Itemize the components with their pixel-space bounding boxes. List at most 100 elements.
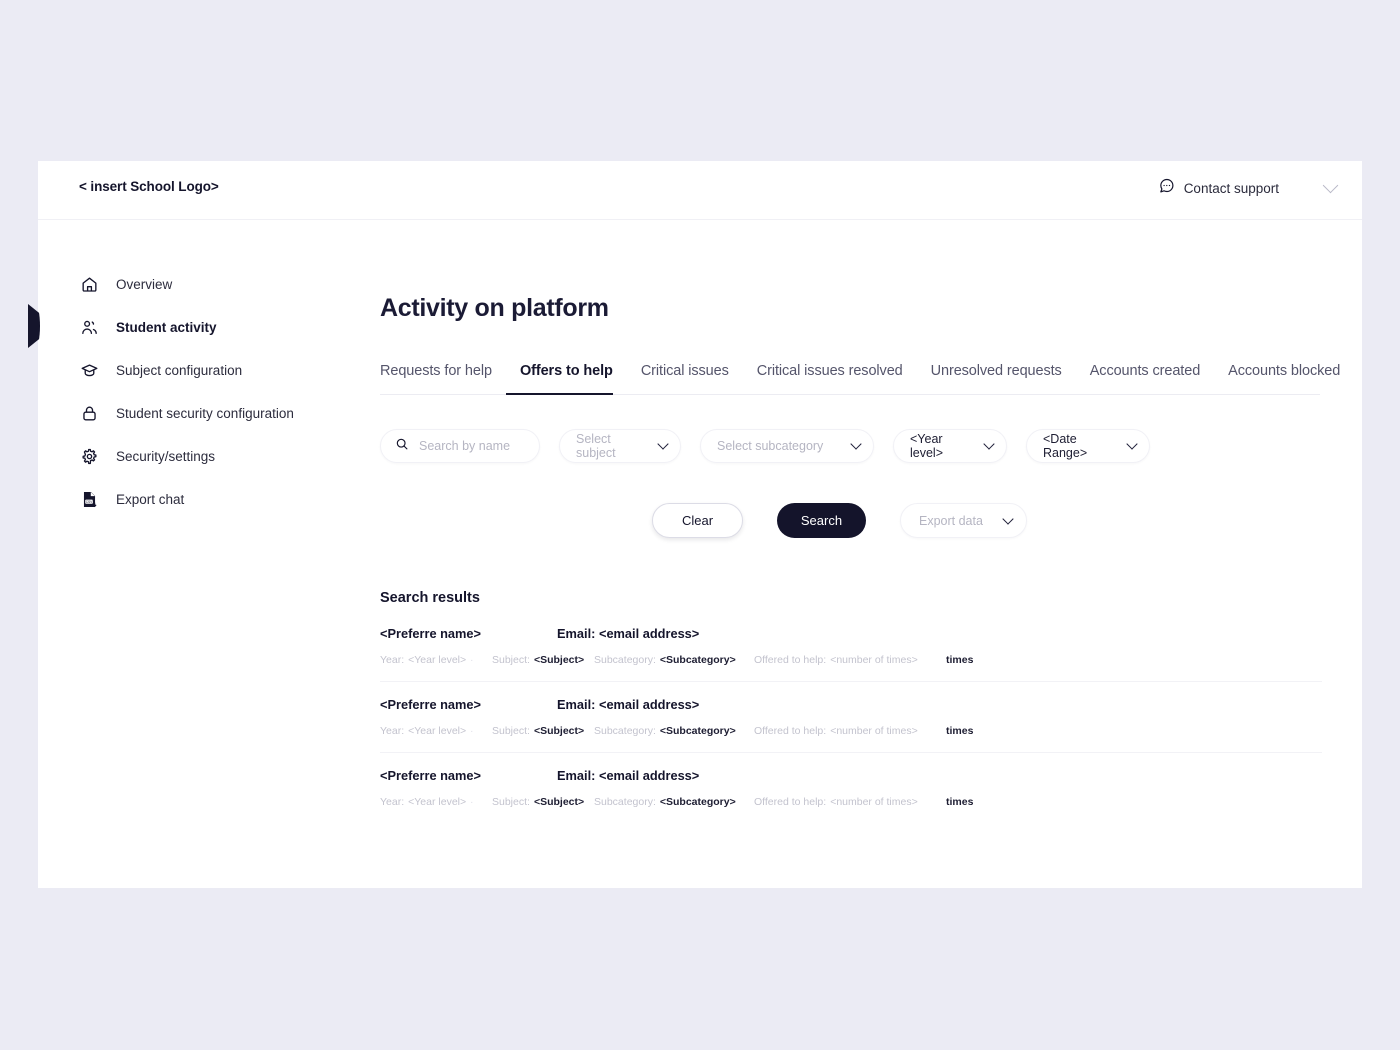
result-row-header: <Preferre name> Email: <email address> [380,626,1322,641]
search-results-list: <Preferre name> Email: <email address> Y… [380,626,1322,823]
chevron-down-icon[interactable] [1323,178,1339,194]
subcategory-select[interactable]: Select subcategory [700,429,874,463]
lock-icon [79,404,99,424]
result-row-header: <Preferre name> Email: <email address> [380,768,1322,783]
sidebar-item-label: Security/settings [116,449,215,464]
tab-accounts-created[interactable]: Accounts created [1076,363,1214,394]
clear-button[interactable]: Clear [652,503,743,538]
result-row-header: <Preferre name> Email: <email address> [380,697,1322,712]
result-email: Email: <email address> [557,768,699,783]
year-label: Year: [380,654,404,666]
meta-offered: Offered to help: <number of times> [754,796,946,808]
result-row-meta: Year: <Year level> · Subject: <Subject> … [380,654,1322,666]
svg-text:CSV: CSV [85,500,92,504]
date-range-select-label: <Date Range> [1043,432,1114,460]
search-field-wrapper[interactable] [380,429,540,463]
subcategory-label: Subcategory: [594,654,656,666]
top-bar: < insert School Logo> Contact support [38,161,1362,220]
sidebar-item-student-security-configuration[interactable]: Student security configuration [38,399,338,428]
filter-bar: Select subject Select subcategory <Year … [380,429,1320,463]
meta-offered: Offered to help: <number of times> [754,725,946,737]
subject-select-label: Select subject [576,432,645,460]
meta-year: Year: <Year level> [380,796,470,808]
sidebar-item-label: Export chat [116,492,184,507]
tab-unresolved-requests[interactable]: Unresolved requests [917,363,1076,394]
sidebar-item-export-chat[interactable]: CSV Export chat [38,485,338,514]
year-label: Year: [380,725,404,737]
users-icon [79,318,99,338]
meta-subcategory: Subcategory: <Subcategory> [594,796,754,808]
subject-label: Subject: [492,796,530,808]
home-icon [79,275,99,295]
chevron-down-icon [983,438,994,449]
subject-label: Subject: [492,725,530,737]
meta-separator: · [470,654,492,666]
offered-value: <number of times> [830,796,918,808]
search-results-title: Search results [380,590,1320,606]
sidebar-item-security-settings[interactable]: Security/settings [38,442,338,471]
meta-year: Year: <Year level> [380,654,470,666]
meta-subcategory: Subcategory: <Subcategory> [594,654,754,666]
year-value: <Year level> [408,725,466,737]
main-content: Activity on platform Requests for help O… [338,220,1362,888]
app-window: < insert School Logo> Contact support [38,161,1362,888]
page-title: Activity on platform [380,294,1320,323]
result-row[interactable]: <Preferre name> Email: <email address> Y… [380,626,1322,681]
meta-separator: · [470,796,492,808]
search-input[interactable] [419,439,529,453]
email-value: <email address> [599,697,699,712]
result-row[interactable]: <Preferre name> Email: <email address> Y… [380,752,1322,823]
subcategory-label: Subcategory: [594,725,656,737]
search-icon [395,437,409,456]
tab-critical-issues[interactable]: Critical issues [627,363,743,394]
email-label: Email: [557,626,595,641]
tab-requests-for-help[interactable]: Requests for help [380,363,506,394]
subject-value: <Subject> [534,725,584,737]
sidebar-item-label: Student security configuration [116,406,294,421]
meta-separator: · [470,725,492,737]
graduation-cap-icon [79,361,99,381]
contact-support-label: Contact support [1184,181,1279,196]
tab-bar: Requests for help Offers to help Critica… [380,363,1320,395]
email-label: Email: [557,697,595,712]
gear-icon [79,447,99,467]
export-data-button[interactable]: Export data [900,503,1027,538]
meta-year: Year: <Year level> [380,725,470,737]
search-button[interactable]: Search [777,503,866,538]
meta-subject: Subject: <Subject> [492,796,594,808]
sidebar-item-subject-configuration[interactable]: Subject configuration [38,356,338,385]
contact-support-button[interactable]: Contact support [1158,177,1279,199]
email-value: <email address> [599,626,699,641]
year-level-select[interactable]: <Year level> [893,429,1007,463]
result-name: <Preferre name> [380,626,557,641]
subject-value: <Subject> [534,796,584,808]
result-row[interactable]: <Preferre name> Email: <email address> Y… [380,681,1322,752]
result-name: <Preferre name> [380,697,557,712]
year-label: Year: [380,796,404,808]
meta-subject: Subject: <Subject> [492,725,594,737]
offered-label: Offered to help: [754,725,826,737]
subcategory-value: <Subcategory> [660,796,736,808]
chevron-down-icon [657,438,668,449]
tab-accounts-blocked[interactable]: Accounts blocked [1214,363,1354,394]
subject-select[interactable]: Select subject [559,429,681,463]
subcategory-value: <Subcategory> [660,654,736,666]
result-row-meta: Year: <Year level> · Subject: <Subject> … [380,796,1322,808]
result-name: <Preferre name> [380,768,557,783]
chevron-down-icon [850,438,861,449]
chevron-down-icon [1002,513,1013,524]
email-value: <email address> [599,768,699,783]
sidebar-item-overview[interactable]: Overview [38,270,338,299]
offered-value: <number of times> [830,654,918,666]
meta-subcategory: Subcategory: <Subcategory> [594,725,754,737]
tab-offers-to-help[interactable]: Offers to help [506,363,627,394]
meta-times-label: times [946,654,973,666]
sidebar-item-student-activity[interactable]: Student activity [38,313,338,342]
meta-offered: Offered to help: <number of times> [754,654,946,666]
year-value: <Year level> [408,796,466,808]
sidebar-item-label: Overview [116,277,172,292]
email-label: Email: [557,768,595,783]
tab-critical-issues-resolved[interactable]: Critical issues resolved [743,363,917,394]
subcategory-label: Subcategory: [594,796,656,808]
date-range-select[interactable]: <Date Range> [1026,429,1150,463]
